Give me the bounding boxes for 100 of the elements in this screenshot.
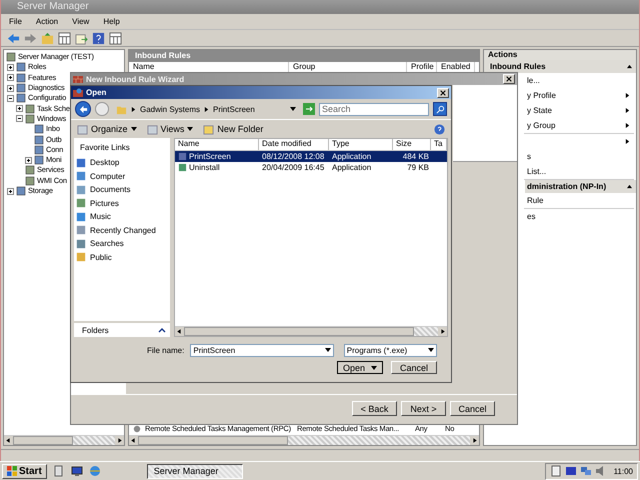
scroll-thumb[interactable] <box>138 436 288 445</box>
start-button[interactable]: Start <box>2 464 47 478</box>
scroll-thumb[interactable] <box>13 436 73 445</box>
menu-item[interactable]: File <box>9 16 22 29</box>
wizard-button[interactable]: Next > <box>401 401 446 416</box>
taskbar-button[interactable]: Server Manager <box>146 464 243 478</box>
scroll-right-icon[interactable] <box>470 436 479 445</box>
scroll-left-icon[interactable] <box>175 327 184 336</box>
windows-flag-icon <box>7 466 17 476</box>
expander-box[interactable] <box>25 156 32 164</box>
favorite-link[interactable]: Desktop <box>76 158 168 168</box>
column-header[interactable]: Size <box>393 139 431 150</box>
horizontal-scrollbar[interactable] <box>4 435 124 445</box>
dialog-button[interactable]: Open <box>337 361 383 374</box>
submenu-triangle-icon[interactable] <box>625 93 630 98</box>
file-type-dropdown[interactable]: Programs (*.exe) <box>344 344 437 356</box>
node-icon <box>34 134 44 145</box>
column-header[interactable]: Ta <box>431 139 447 150</box>
expander-box[interactable] <box>7 94 14 102</box>
table-cell-text: 79 KB <box>406 163 430 172</box>
file-row[interactable]: Uninstall 20/04/2009 16:45 Application 79 KB <box>175 162 447 173</box>
scroll-right-icon[interactable] <box>115 436 124 445</box>
action-link[interactable]: y Group <box>527 121 556 130</box>
menu-item[interactable]: Help <box>103 16 120 29</box>
node-icon <box>16 72 26 83</box>
node-icon <box>6 52 16 62</box>
menu-item[interactable]: View <box>72 16 90 29</box>
monitor-icon[interactable] <box>564 465 577 477</box>
node-icon <box>16 93 26 104</box>
action-link[interactable]: s <box>527 152 531 161</box>
scroll-thumb[interactable] <box>184 327 414 336</box>
file-name-field[interactable]: PrintScreen <box>190 344 334 356</box>
action-link[interactable]: le... <box>527 76 540 85</box>
breadcrumb-arrow-icon[interactable] <box>204 106 210 112</box>
favorite-link[interactable]: Searches <box>76 238 168 248</box>
favorite-link[interactable]: Documents <box>76 184 168 194</box>
wizard-button[interactable]: < Back <box>352 401 397 416</box>
favorite-link[interactable]: Public <box>76 252 168 262</box>
section-header[interactable]: dministration (NP-In) <box>525 180 636 193</box>
expander-box[interactable] <box>7 188 14 194</box>
expander-box[interactable] <box>7 64 14 71</box>
action-link[interactable]: y State <box>527 106 552 115</box>
grid-icon[interactable] <box>58 32 71 44</box>
grid-icon[interactable] <box>109 32 122 44</box>
expander-box[interactable] <box>7 74 14 82</box>
search-button[interactable] <box>433 102 447 116</box>
toolbar-item-icon <box>146 124 158 134</box>
dialog-button[interactable]: Cancel <box>391 361 437 374</box>
scroll-right-icon[interactable] <box>438 327 447 336</box>
favorite-link[interactable]: Music <box>76 212 168 222</box>
refresh-icon[interactable] <box>303 103 315 115</box>
scroll-left-icon[interactable] <box>129 436 138 445</box>
server-icon[interactable] <box>52 465 65 477</box>
document-icon[interactable] <box>550 465 562 477</box>
monitor-icon[interactable] <box>70 465 83 477</box>
window-title: Server Manager <box>17 1 89 12</box>
toolbar-button[interactable]: Views <box>146 124 194 134</box>
breadcrumb-arrow-icon[interactable] <box>131 106 136 112</box>
node-icon <box>34 144 44 155</box>
horizontal-scrollbar[interactable] <box>175 326 447 336</box>
help-icon[interactable] <box>434 124 445 134</box>
favorite-link[interactable]: Pictures <box>76 198 168 208</box>
expander-box[interactable] <box>7 84 14 92</box>
menu-item[interactable]: Action <box>36 16 58 29</box>
node-icon <box>16 186 26 196</box>
expander-box[interactable] <box>16 105 23 112</box>
action-link[interactable]: es <box>527 212 536 221</box>
dropdown-arrow-icon <box>371 364 378 370</box>
wizard-button[interactable]: Cancel <box>450 401 495 416</box>
back-button[interactable] <box>75 101 91 117</box>
folders-toggle[interactable]: Folders <box>74 323 170 337</box>
export-icon[interactable] <box>75 32 88 44</box>
toolbar-button[interactable]: Organize <box>77 124 137 134</box>
expander-box[interactable] <box>16 115 23 122</box>
favorite-link[interactable]: Recently Changed <box>76 225 168 235</box>
column-header[interactable]: Name <box>175 139 259 150</box>
favorite-link[interactable]: Computer <box>76 171 168 181</box>
close-button[interactable] <box>503 74 515 84</box>
action-link[interactable]: Rule <box>527 196 544 205</box>
back-arrow-icon[interactable] <box>7 32 20 44</box>
horizontal-scrollbar[interactable] <box>129 435 479 445</box>
submenu-triangle-icon[interactable] <box>625 123 630 128</box>
network-icon[interactable] <box>580 465 592 477</box>
section-title: Favorite Links <box>79 143 131 152</box>
section-header[interactable]: Inbound Rules <box>484 60 636 73</box>
scroll-left-icon[interactable] <box>4 436 13 445</box>
breadcrumb[interactable]: PrintScreen <box>213 104 255 114</box>
action-link[interactable]: y Profile <box>527 91 556 100</box>
breadcrumb[interactable]: Gadwin Systems <box>140 104 200 114</box>
submenu-triangle-icon[interactable] <box>625 139 630 144</box>
close-button[interactable] <box>437 88 449 98</box>
submenu-triangle-icon[interactable] <box>625 108 630 113</box>
column-header[interactable]: Date modified <box>259 139 329 150</box>
dropdown-arrow-icon[interactable] <box>290 106 296 112</box>
action-link[interactable]: List... <box>527 167 546 176</box>
help-icon[interactable] <box>92 32 105 44</box>
search-field[interactable]: Search <box>319 102 429 116</box>
toolbar-button[interactable]: New Folder <box>203 124 264 134</box>
column-header[interactable]: Type <box>329 139 393 150</box>
file-row[interactable]: PrintScreen 08/12/2008 12:08 Application 484 KB <box>175 151 447 162</box>
